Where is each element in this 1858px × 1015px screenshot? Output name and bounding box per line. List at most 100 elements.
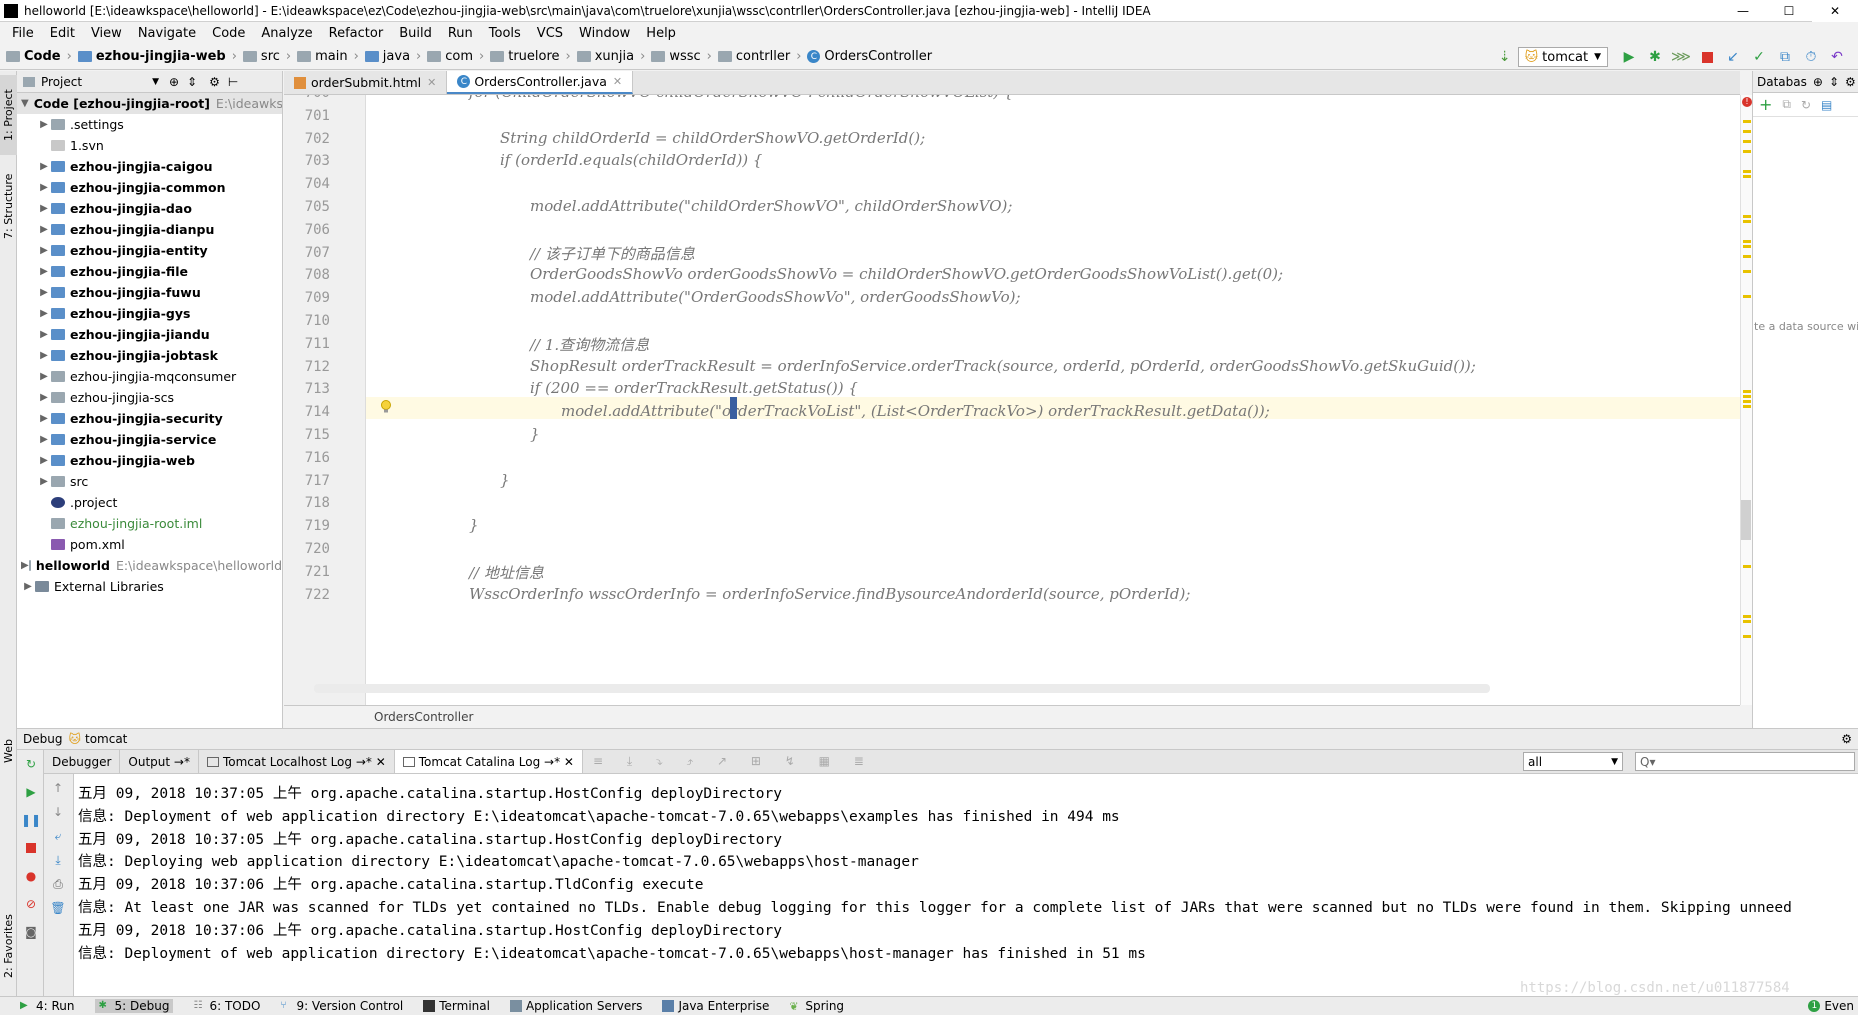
maximize-button[interactable]: ☐ (1766, 0, 1812, 22)
console-output[interactable]: 五月 09, 2018 10:37:05 上午 org.apache.catal… (74, 774, 1858, 996)
expand-arrow-icon[interactable]: ▶ (37, 329, 51, 340)
camera-icon[interactable]: ◙ (23, 924, 39, 940)
tree-item[interactable]: ▶ .settings (17, 114, 282, 135)
vertical-scrollbar[interactable] (1741, 500, 1751, 540)
minimize-button[interactable]: — (1720, 0, 1766, 22)
warning-stripe-mark[interactable] (1743, 130, 1751, 133)
tree-item[interactable]: ▶ ezhou-jingjia-jobtask (17, 345, 282, 366)
code-editor[interactable]: 700 701 702 703 704 705 706 707 708 709 710 711 712 7… (284, 95, 1740, 705)
tree-item[interactable]: ▶ helloworld E:\ideawkspace\helloworld (17, 555, 282, 576)
run-config-select[interactable]: 🐱 tomcat ▼ (1517, 47, 1608, 67)
tool-debug[interactable]: ✱ 5: Debug (94, 999, 174, 1013)
tool-tab-favorites[interactable]: 2: Favorites (0, 901, 17, 991)
debug-step-toolbar[interactable]: ≡ ⤓ ⤵ ⤴ ↗ ⊞ ↯ ▦ ≣ (593, 754, 874, 769)
vcs-history-icon[interactable]: ⏱ (1800, 46, 1822, 68)
log-search-input[interactable]: Q▾ (1635, 752, 1855, 771)
menu-navigate[interactable]: Navigate (130, 26, 204, 41)
breakpoints-icon[interactable]: ● (23, 868, 39, 884)
stop-icon[interactable] (23, 840, 39, 856)
stop-icon[interactable] (1696, 46, 1718, 68)
tree-item[interactable]: .project (17, 492, 282, 513)
tree-item[interactable]: ▶ ezhou-jingjia-security (17, 408, 282, 429)
vcs-revert-icon[interactable]: ↶ (1826, 46, 1848, 68)
expand-arrow-icon[interactable]: ▶ (37, 371, 51, 382)
expand-arrow-icon[interactable]: ▶ (37, 161, 51, 172)
expand-arrow-icon[interactable]: ▶ (37, 308, 51, 319)
warning-stripe-mark[interactable] (1743, 395, 1751, 398)
run-icon[interactable]: ▶ (1618, 46, 1640, 68)
menu-analyze[interactable]: Analyze (253, 26, 320, 41)
add-icon[interactable]: + (1759, 95, 1772, 114)
warning-stripe-mark[interactable] (1743, 565, 1751, 568)
warning-stripe-mark[interactable] (1743, 270, 1751, 273)
menu-build[interactable]: Build (391, 26, 440, 41)
project-view-select[interactable]: Project (41, 75, 82, 89)
resume-icon[interactable]: ▶ (23, 784, 39, 800)
breadcrumb-item[interactable]: xunjia › (576, 49, 645, 64)
log-filter-select[interactable]: all ▼ (1523, 752, 1623, 771)
expand-arrow-icon[interactable]: ▶ (37, 287, 51, 298)
expand-arrow-icon[interactable]: ▶ (37, 392, 51, 403)
clear-icon[interactable]: 🗑 (50, 900, 66, 916)
vcs-commit-icon[interactable]: ✓ (1748, 46, 1770, 68)
debug-config-tab[interactable]: tomcat (85, 732, 127, 746)
expand-arrow-icon[interactable]: ▶ (37, 476, 51, 487)
menu-view[interactable]: View (83, 26, 130, 41)
hide-icon[interactable]: ⊢ (228, 75, 238, 89)
structure-class-name[interactable]: OrdersController (374, 710, 473, 724)
menu-window[interactable]: Window (571, 26, 638, 41)
rerun-icon[interactable]: ↻ (23, 756, 39, 772)
error-stripe[interactable]: ! (1740, 95, 1752, 705)
breadcrumb-item[interactable]: main › (297, 49, 359, 64)
expand-arrow-icon[interactable]: ▶ (21, 581, 35, 592)
expand-arrow-icon[interactable]: ▶ (37, 413, 51, 424)
expand-arrow-icon[interactable]: ▼ (21, 98, 29, 109)
console-icon[interactable]: ▤ (1821, 98, 1832, 112)
tab-debugger[interactable]: Debugger (44, 750, 121, 773)
tree-item[interactable]: ezhou-jingjia-root.iml (17, 513, 282, 534)
debug-icon[interactable]: ✱ (1644, 46, 1666, 68)
expand-arrow-icon[interactable]: ▶ (37, 455, 51, 466)
gear-icon[interactable]: ⚙ (1845, 75, 1856, 89)
breadcrumb-item[interactable]: src › (242, 49, 291, 64)
tree-item[interactable]: ▶ ezhou-jingjia-mqconsumer (17, 366, 282, 387)
warning-stripe-mark[interactable] (1743, 170, 1751, 173)
warning-stripe-mark[interactable] (1743, 140, 1751, 143)
expand-arrow-icon[interactable]: ▶ (37, 245, 51, 256)
warning-stripe-mark[interactable] (1743, 175, 1751, 178)
tree-item[interactable]: ▶ ezhou-jingjia-web (17, 450, 282, 471)
tab-tomcat-localhost-log[interactable]: Tomcat Localhost Log →* ✕ (199, 750, 395, 773)
error-icon[interactable]: ! (1742, 97, 1752, 107)
tool-tab-project[interactable]: 1: Project (0, 75, 17, 155)
tree-item[interactable]: ▶ ezhou-jingjia-service (17, 429, 282, 450)
close-tab-icon[interactable]: ✕ (613, 75, 622, 88)
warning-stripe-mark[interactable] (1743, 120, 1751, 123)
warning-stripe-mark[interactable] (1743, 635, 1751, 638)
expand-arrow-icon[interactable]: ▶ (37, 434, 51, 445)
chevron-down-icon[interactable]: ▼ (152, 77, 159, 87)
tree-item[interactable]: ▶ ezhou-jingjia-jiandu (17, 324, 282, 345)
refresh-icon[interactable]: ↻ (1801, 98, 1811, 112)
tool-java-enterprise[interactable]: Java Enterprise (662, 999, 769, 1013)
warning-stripe-mark[interactable] (1743, 215, 1751, 218)
pause-icon[interactable]: ❚❚ (21, 812, 41, 828)
breadcrumb-item[interactable]: Code › (6, 49, 72, 64)
tool-spring[interactable]: ❦ Spring (789, 999, 844, 1013)
tree-item[interactable]: ▶ External Libraries (17, 576, 282, 597)
warning-stripe-mark[interactable] (1743, 400, 1751, 403)
menu-vcs[interactable]: VCS (529, 26, 571, 41)
lightbulb-icon[interactable] (380, 400, 392, 414)
menu-tools[interactable]: Tools (481, 26, 529, 41)
gear-icon[interactable]: ⚙ (1841, 732, 1852, 746)
tree-item[interactable]: ▶ ezhou-jingjia-file (17, 261, 282, 282)
menu-run[interactable]: Run (440, 26, 481, 41)
tool-version-control[interactable]: ⑂ 9: Version Control (280, 999, 403, 1013)
breadcrumb-item[interactable]: ezhou-jingjia-web › (77, 49, 237, 64)
expand-arrow-icon[interactable]: ▶ (37, 182, 51, 193)
tree-item[interactable]: ▶ ezhou-jingjia-scs (17, 387, 282, 408)
vcs-update-icon[interactable]: ↙ (1722, 46, 1744, 68)
scroll-end-icon[interactable]: ⤓ (50, 852, 66, 868)
copy-icon[interactable]: ⧉ (1782, 97, 1791, 112)
mute-breakpoints-icon[interactable]: ⊘ (23, 896, 39, 912)
warning-stripe-mark[interactable] (1743, 615, 1751, 618)
